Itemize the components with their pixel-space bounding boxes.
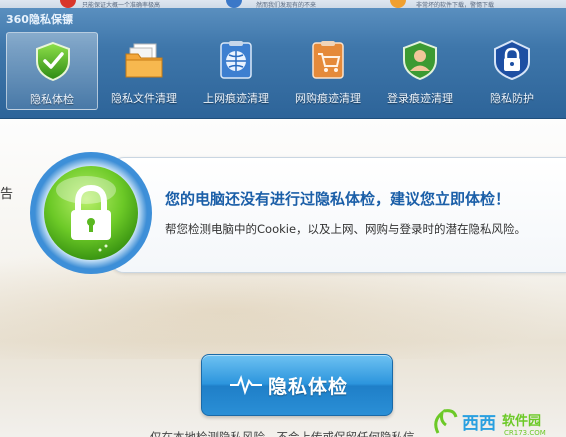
nav-item-label: 登录痕迹清理 (387, 92, 453, 105)
background-blue-icon (226, 0, 242, 8)
site-watermark-logo: 西西 软件园 CR173.COM (434, 409, 546, 437)
shield-check-icon (36, 41, 70, 81)
status-title: 您的电脑还没有进行过隐私体检，建议您立即体检！ (165, 190, 511, 208)
background-orange-icon (390, 0, 406, 8)
status-card: 您的电脑还没有进行过隐私体检，建议您立即体检！ 帮您检测电脑中的Cookie，以… (110, 157, 566, 273)
nav-item-privacy-protection[interactable]: 隐私防护 (466, 32, 558, 110)
privacy-scan-button[interactable]: 隐私体检 (201, 354, 393, 416)
main-nav: 隐私体检 隐私文件清理 上网痕迹清理 网购痕迹清理 登录痕迹清理 隐私防护 (6, 32, 558, 110)
nav-item-file-cleanup[interactable]: 隐私文件清理 (98, 32, 190, 110)
svg-text:CR173.COM: CR173.COM (504, 429, 546, 437)
status-description: 帮您检测电脑中的Cookie，以及上网、网购与登录时的潜在隐私风险。 (165, 222, 527, 236)
main-content: 告 您的电脑还没有进行过隐私体检，建议您立即体检！ 帮您检测电脑中的Cookie… (0, 119, 566, 437)
folder-files-icon (125, 43, 163, 78)
nav-item-label: 隐私防护 (490, 92, 534, 105)
pulse-icon (230, 375, 262, 395)
background-red-icon (60, 0, 76, 8)
clipped-edge-text: 告 (0, 187, 14, 202)
nav-item-login-cleanup[interactable]: 登录痕迹清理 (374, 32, 466, 110)
app-title: 360隐私保镖 (6, 13, 73, 26)
nav-item-privacy-checkup[interactable]: 隐私体检 (6, 32, 98, 110)
nav-item-browsing-cleanup[interactable]: 上网痕迹清理 (190, 32, 282, 110)
globe-clipboard-icon (220, 41, 252, 79)
lock-status-icon (30, 152, 152, 274)
privacy-footer-note: 仅在本地检测隐私风险，不会上传或保留任何隐私信 (150, 430, 415, 437)
nav-item-shopping-cleanup[interactable]: 网购痕迹清理 (282, 32, 374, 110)
nav-item-label: 上网痕迹清理 (203, 92, 269, 105)
shopping-cart-clipboard-icon (312, 41, 344, 79)
privacy-guard-window: 360隐私保镖 隐私体检 隐私文件清理 上网痕迹清理 网购痕迹清理 登录痕迹清理… (0, 8, 566, 437)
svg-text:西西: 西西 (462, 414, 496, 434)
svg-text:软件园: 软件园 (502, 413, 541, 429)
nav-item-label: 隐私文件清理 (111, 92, 177, 105)
user-shield-icon (403, 40, 437, 80)
scan-button-label: 隐私体检 (268, 376, 349, 398)
nav-item-label: 网购痕迹清理 (295, 92, 361, 105)
nav-item-label: 隐私体检 (30, 93, 74, 106)
lock-shield-icon (494, 40, 530, 80)
header-toolbar: 360隐私保镖 隐私体检 隐私文件清理 上网痕迹清理 网购痕迹清理 登录痕迹清理… (0, 8, 566, 119)
